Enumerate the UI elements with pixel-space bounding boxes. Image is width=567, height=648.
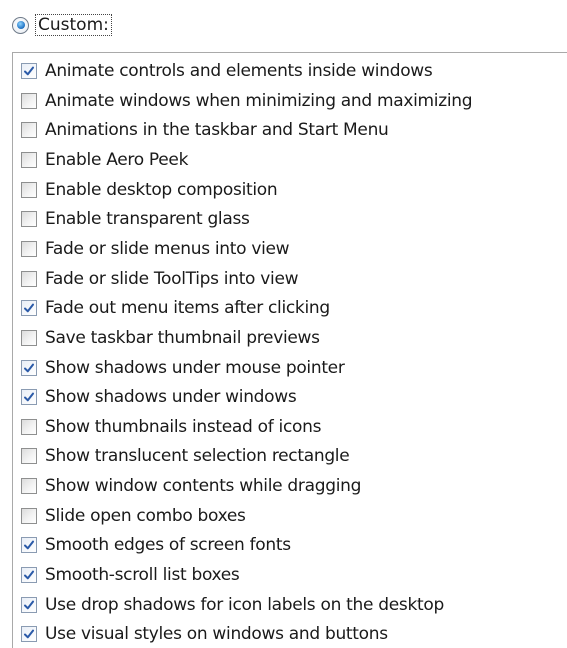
radio-selected-dot [16, 21, 25, 29]
checkbox-checked[interactable] [21, 596, 37, 613]
option-item[interactable]: Show shadows under windows [21, 384, 297, 410]
custom-radio-button[interactable] [12, 16, 29, 34]
option-item[interactable]: Enable transparent glass [21, 206, 250, 232]
checkmark-icon [24, 303, 34, 313]
option-item[interactable]: Show shadows under mouse pointer [21, 355, 345, 381]
option-label: Show translucent selection rectangle [45, 446, 350, 467]
option-label: Enable Aero Peek [45, 149, 189, 170]
checkbox-unchecked[interactable] [21, 507, 37, 524]
checkbox-unchecked[interactable] [21, 122, 37, 139]
option-label: Enable transparent glass [45, 209, 250, 230]
checkbox-checked[interactable] [21, 300, 37, 317]
option-item[interactable]: Animate controls and elements inside win… [21, 58, 433, 84]
option-item[interactable]: Show window contents while dragging [21, 473, 361, 499]
option-item[interactable]: Use drop shadows for icon labels on the … [21, 592, 444, 618]
custom-radio-option[interactable]: Custom: [12, 12, 112, 38]
checkbox-unchecked[interactable] [21, 92, 37, 109]
checkmark-icon [24, 540, 34, 550]
option-item[interactable]: Animate windows when minimizing and maxi… [21, 88, 473, 114]
checkbox-unchecked[interactable] [21, 151, 37, 168]
option-item[interactable]: Smooth-scroll list boxes [21, 562, 240, 588]
checkmark-icon [24, 66, 34, 76]
checkbox-unchecked[interactable] [21, 270, 37, 287]
option-label: Smooth edges of screen fonts [45, 535, 291, 556]
option-label: Animate windows when minimizing and maxi… [45, 90, 473, 111]
option-item[interactable]: Fade or slide menus into view [21, 236, 290, 262]
option-item[interactable]: Fade or slide ToolTips into view [21, 266, 299, 292]
option-label: Fade out menu items after clicking [45, 298, 330, 319]
option-label: Show shadows under mouse pointer [45, 357, 345, 378]
option-item[interactable]: Show translucent selection rectangle [21, 443, 350, 469]
custom-radio-label[interactable]: Custom: [35, 14, 112, 36]
option-label: Use visual styles on windows and buttons [45, 624, 388, 645]
option-label: Show shadows under windows [45, 387, 297, 408]
checkmark-icon [24, 600, 34, 609]
option-label: Enable desktop composition [45, 179, 278, 200]
option-label: Use drop shadows for icon labels on the … [45, 594, 444, 615]
option-label: Fade or slide menus into view [45, 238, 290, 259]
option-item[interactable]: Show thumbnails instead of icons [21, 414, 321, 440]
checkbox-unchecked[interactable] [21, 478, 37, 495]
option-label: Smooth-scroll list boxes [45, 565, 240, 586]
checkbox-checked[interactable] [21, 389, 37, 406]
option-item[interactable]: Smooth edges of screen fonts [21, 532, 291, 558]
option-label: Fade or slide ToolTips into view [45, 268, 299, 289]
option-item[interactable]: Slide open combo boxes [21, 503, 246, 529]
option-label: Show thumbnails instead of icons [45, 416, 322, 437]
checkbox-checked[interactable] [21, 567, 37, 584]
option-item[interactable]: Enable Aero Peek [21, 147, 188, 173]
checkbox-checked[interactable] [21, 63, 37, 79]
option-item[interactable]: Use visual styles on windows and buttons [21, 621, 388, 647]
option-label: Slide open combo boxes [45, 505, 246, 526]
option-label: Animate controls and elements inside win… [45, 61, 433, 81]
option-label: Save taskbar thumbnail previews [45, 327, 320, 348]
checkbox-unchecked[interactable] [21, 211, 37, 228]
option-item[interactable]: Enable desktop composition [21, 177, 278, 203]
checkbox-checked[interactable] [21, 537, 37, 554]
checkbox-unchecked[interactable] [21, 448, 37, 465]
checkbox-checked[interactable] [21, 359, 37, 376]
checkmark-icon [24, 629, 34, 639]
checkmark-icon [24, 363, 34, 372]
option-label: Show window contents while dragging [45, 476, 362, 497]
checkbox-checked[interactable] [21, 626, 37, 643]
option-item[interactable]: Save taskbar thumbnail previews [21, 325, 320, 351]
option-item[interactable]: Fade out menu items after clicking [21, 295, 330, 321]
checkbox-unchecked[interactable] [21, 181, 37, 198]
checkmark-icon [24, 392, 34, 402]
checkbox-unchecked[interactable] [21, 418, 37, 435]
visual-effects-options-list[interactable]: Animate controls and elements inside win… [12, 52, 567, 648]
option-label: Animations in the taskbar and Start Menu [45, 120, 389, 141]
checkmark-icon [24, 570, 34, 580]
checkbox-unchecked[interactable] [21, 240, 37, 257]
checkbox-unchecked[interactable] [21, 329, 37, 346]
option-item[interactable]: Animations in the taskbar and Start Menu [21, 117, 389, 143]
